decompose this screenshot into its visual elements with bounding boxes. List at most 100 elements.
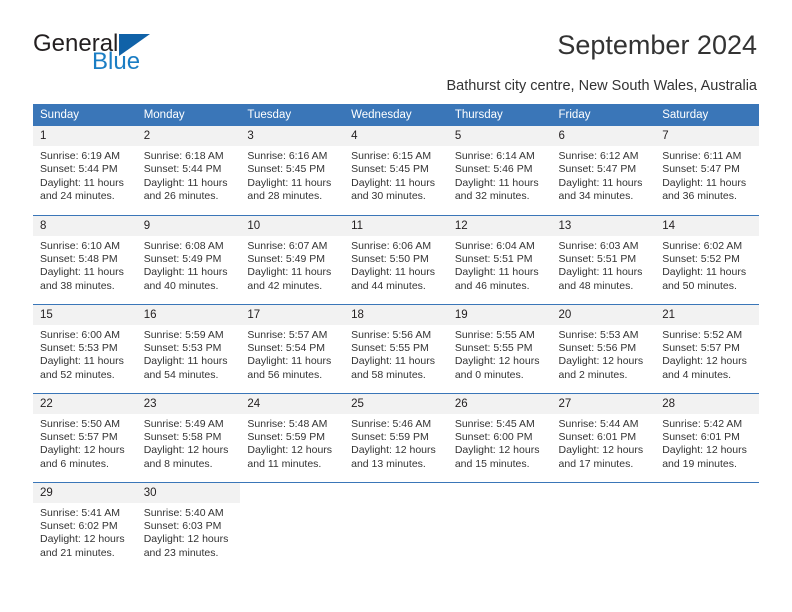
sunrise-time: Sunrise: 5:49 AM bbox=[143, 417, 224, 430]
calendar-day-cell[interactable]: 16 Sunrise: 5:59 AM Sunset: 5:53 PM Dayligh… bbox=[136, 303, 241, 393]
day-number bbox=[551, 482, 656, 503]
calendar-day-cell[interactable]: 17 Sunrise: 5:57 AM Sunset: 5:54 PM Dayligh… bbox=[240, 303, 345, 393]
daylight-duration-line1: Daylight: 12 hours bbox=[247, 444, 333, 457]
calendar-week-row: 8 Sunrise: 6:10 AM Sunset: 5:48 PM Daylight… bbox=[33, 214, 759, 304]
daylight-duration-line2: and 17 minutes. bbox=[558, 457, 634, 470]
day-details: Sunrise: 6:07 AM Sunset: 5:49 PM Daylight:… bbox=[240, 236, 344, 294]
daylight-duration-line2: and 52 minutes. bbox=[40, 368, 115, 381]
day-details: Sunrise: 5:59 AM Sunset: 5:53 PM Daylight:… bbox=[137, 325, 241, 383]
day-details: Sunrise: 6:02 AM Sunset: 5:52 PM Daylight:… bbox=[655, 236, 759, 294]
daylight-duration-line2: and 46 minutes. bbox=[454, 279, 530, 292]
sunrise-sunset-calendar: Sunday Monday Tuesday Wednesday Thursday… bbox=[33, 104, 759, 571]
calendar-day-cell[interactable]: 28 Sunrise: 5:42 AM Sunset: 6:01 PM Dayligh… bbox=[655, 392, 759, 482]
calendar-day-cell[interactable]: 19 Sunrise: 5:55 AM Sunset: 5:55 PM Dayligh… bbox=[447, 303, 552, 393]
day-details: Sunrise: 5:40 AM Sunset: 6:03 PM Daylight:… bbox=[137, 503, 241, 561]
day-number: 20 bbox=[551, 304, 656, 325]
daylight-duration-line1: Daylight: 12 hours bbox=[662, 444, 747, 457]
calendar-day-cell[interactable]: 22 Sunrise: 5:50 AM Sunset: 5:57 PM Dayligh… bbox=[33, 392, 137, 482]
calendar-day-cell[interactable]: 3 Sunrise: 6:16 AM Sunset: 5:45 PM Daylight… bbox=[240, 126, 345, 215]
calendar-day-cell[interactable]: 6 Sunrise: 6:12 AM Sunset: 5:47 PM Daylight… bbox=[551, 126, 656, 215]
calendar-day-cell[interactable]: 11 Sunrise: 6:06 AM Sunset: 5:50 PM Dayligh… bbox=[344, 214, 448, 304]
sunrise-time: Sunrise: 6:14 AM bbox=[454, 150, 535, 162]
sunrise-time: Sunrise: 5:53 AM bbox=[558, 328, 639, 341]
calendar-day-cell[interactable]: 14 Sunrise: 6:02 AM Sunset: 5:52 PM Dayligh… bbox=[655, 214, 759, 304]
day-number: 8 bbox=[33, 215, 137, 236]
calendar-day-cell[interactable]: 26 Sunrise: 5:45 AM Sunset: 6:00 PM Dayligh… bbox=[447, 392, 552, 482]
day-number bbox=[447, 482, 552, 503]
day-number: 4 bbox=[344, 126, 448, 146]
day-number: 28 bbox=[655, 393, 759, 414]
sunrise-time: Sunrise: 6:04 AM bbox=[454, 239, 535, 252]
calendar-day-cell[interactable]: 4 Sunrise: 6:15 AM Sunset: 5:45 PM Daylight… bbox=[344, 126, 448, 215]
day-details: Sunrise: 6:15 AM Sunset: 5:45 PM Daylight:… bbox=[344, 146, 448, 204]
calendar-day-cell[interactable]: 24 Sunrise: 5:48 AM Sunset: 5:59 PM Dayligh… bbox=[240, 392, 345, 482]
daylight-duration-line1: Daylight: 11 hours bbox=[143, 355, 228, 368]
calendar-day-cell[interactable]: 18 Sunrise: 5:56 AM Sunset: 5:55 PM Dayligh… bbox=[344, 303, 448, 393]
sunrise-time: Sunrise: 6:07 AM bbox=[247, 239, 328, 252]
daylight-duration-line2: and 15 minutes. bbox=[454, 457, 530, 470]
calendar-day-cell[interactable]: 7 Sunrise: 6:11 AM Sunset: 5:47 PM Daylight… bbox=[655, 126, 759, 215]
day-number: 18 bbox=[344, 304, 448, 325]
day-details: Sunrise: 6:04 AM Sunset: 5:51 PM Daylight:… bbox=[448, 236, 552, 294]
daylight-duration-line1: Daylight: 12 hours bbox=[558, 355, 644, 368]
sunrise-time: Sunrise: 5:57 AM bbox=[247, 328, 328, 341]
calendar-day-cell[interactable]: 27 Sunrise: 5:44 AM Sunset: 6:01 PM Dayligh… bbox=[551, 392, 656, 482]
sunrise-time: Sunrise: 6:10 AM bbox=[40, 239, 120, 252]
daylight-duration-line1: Daylight: 11 hours bbox=[351, 176, 435, 189]
day-number: 16 bbox=[136, 304, 241, 325]
day-number: 15 bbox=[33, 304, 137, 325]
daylight-duration-line2: and 32 minutes. bbox=[454, 190, 530, 203]
daylight-duration-line2: and 0 minutes. bbox=[454, 368, 524, 381]
sunrise-time: Sunrise: 5:59 AM bbox=[143, 328, 224, 341]
daylight-duration-line1: Daylight: 12 hours bbox=[143, 444, 229, 457]
sunrise-time: Sunrise: 5:41 AM bbox=[40, 506, 120, 519]
calendar-weekday-header-row: Sunday Monday Tuesday Wednesday Thursday… bbox=[33, 104, 759, 126]
calendar-day-cell[interactable]: 25 Sunrise: 5:46 AM Sunset: 5:59 PM Dayligh… bbox=[344, 392, 448, 482]
calendar-day-cell[interactable]: 13 Sunrise: 6:03 AM Sunset: 5:51 PM Dayligh… bbox=[551, 214, 656, 304]
day-details: Sunrise: 5:48 AM Sunset: 5:59 PM Daylight:… bbox=[240, 414, 344, 472]
sunrise-time: Sunrise: 6:00 AM bbox=[40, 328, 120, 341]
sunset-time: Sunset: 6:00 PM bbox=[454, 430, 533, 443]
calendar-body: 1 Sunrise: 6:19 AM Sunset: 5:44 PM Daylight… bbox=[33, 126, 759, 571]
calendar-day-cell[interactable]: 5 Sunrise: 6:14 AM Sunset: 5:46 PM Daylight… bbox=[447, 126, 552, 215]
daylight-duration-line2: and 13 minutes. bbox=[351, 457, 426, 470]
calendar-day-cell[interactable]: 23 Sunrise: 5:49 AM Sunset: 5:58 PM Dayligh… bbox=[136, 392, 241, 482]
calendar-week-row: 29 Sunrise: 5:41 AM Sunset: 6:02 PM Dayligh… bbox=[33, 481, 759, 571]
calendar-day-cell[interactable]: 9 Sunrise: 6:08 AM Sunset: 5:49 PM Daylight… bbox=[136, 214, 241, 304]
calendar-day-cell[interactable]: 1 Sunrise: 6:19 AM Sunset: 5:44 PM Daylight… bbox=[33, 126, 137, 215]
daylight-duration-line1: Daylight: 11 hours bbox=[40, 176, 124, 189]
day-number bbox=[655, 482, 759, 503]
daylight-duration-line2: and 19 minutes. bbox=[662, 457, 737, 470]
sunrise-time: Sunrise: 5:56 AM bbox=[351, 328, 432, 341]
calendar-day-cell[interactable]: 15 Sunrise: 6:00 AM Sunset: 5:53 PM Dayligh… bbox=[33, 303, 137, 393]
daylight-duration-line1: Daylight: 11 hours bbox=[351, 355, 435, 368]
sunrise-time: Sunrise: 6:08 AM bbox=[143, 239, 224, 252]
daylight-duration-line2: and 4 minutes. bbox=[662, 368, 732, 381]
daylight-duration-line1: Daylight: 11 hours bbox=[662, 266, 747, 279]
daylight-duration-line2: and 21 minutes. bbox=[40, 546, 115, 559]
day-details: Sunrise: 6:03 AM Sunset: 5:51 PM Daylight:… bbox=[552, 236, 656, 294]
sunrise-time: Sunrise: 5:42 AM bbox=[662, 417, 743, 430]
calendar-day-cell[interactable]: 29 Sunrise: 5:41 AM Sunset: 6:02 PM Dayligh… bbox=[33, 481, 137, 571]
calendar-day-cell[interactable]: 21 Sunrise: 5:52 AM Sunset: 5:57 PM Dayligh… bbox=[655, 303, 759, 393]
calendar-day-cell[interactable]: 12 Sunrise: 6:04 AM Sunset: 5:51 PM Dayligh… bbox=[447, 214, 552, 304]
sunset-time: Sunset: 5:57 PM bbox=[662, 341, 740, 354]
sunset-time: Sunset: 5:51 PM bbox=[454, 252, 533, 265]
daylight-duration-line2: and 50 minutes. bbox=[662, 279, 737, 292]
sunset-time: Sunset: 5:59 PM bbox=[351, 430, 429, 443]
calendar-day-cell[interactable]: 8 Sunrise: 6:10 AM Sunset: 5:48 PM Daylight… bbox=[33, 214, 137, 304]
daylight-duration-line2: and 26 minutes. bbox=[143, 190, 219, 203]
sunrise-time: Sunrise: 5:55 AM bbox=[454, 328, 535, 341]
daylight-duration-line1: Daylight: 11 hours bbox=[558, 176, 643, 189]
calendar-day-cell[interactable]: 2 Sunrise: 6:18 AM Sunset: 5:44 PM Daylight… bbox=[136, 126, 241, 215]
day-number: 21 bbox=[655, 304, 759, 325]
day-number: 13 bbox=[551, 215, 656, 236]
calendar-day-cell[interactable]: 10 Sunrise: 6:07 AM Sunset: 5:49 PM Dayligh… bbox=[240, 214, 345, 304]
day-number: 22 bbox=[33, 393, 137, 414]
calendar-day-cell[interactable]: 20 Sunrise: 5:53 AM Sunset: 5:56 PM Dayligh… bbox=[551, 303, 656, 393]
day-number: 12 bbox=[447, 215, 552, 236]
calendar-day-cell[interactable]: 30 Sunrise: 5:40 AM Sunset: 6:03 PM Dayligh… bbox=[136, 481, 241, 571]
daylight-duration-line1: Daylight: 11 hours bbox=[454, 176, 539, 189]
weekday-header-friday: Friday bbox=[551, 104, 656, 126]
sunset-time: Sunset: 5:46 PM bbox=[454, 163, 533, 176]
